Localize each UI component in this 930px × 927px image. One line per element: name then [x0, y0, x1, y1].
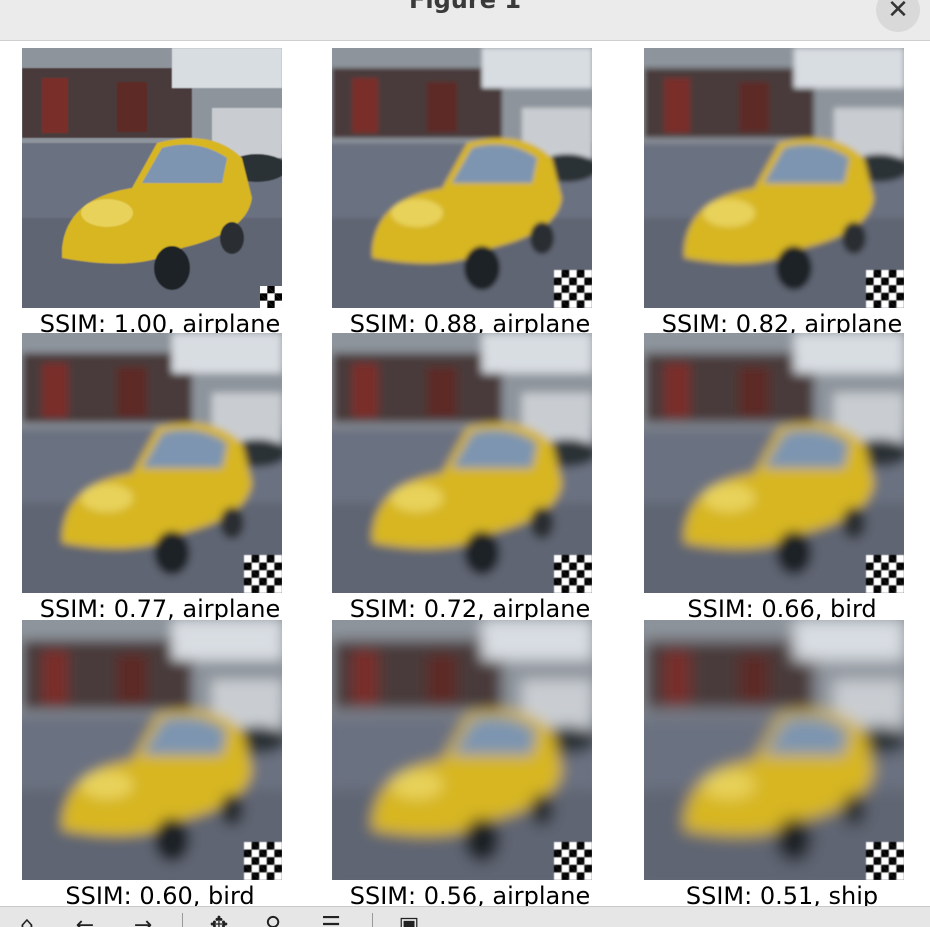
panel-caption: SSIM: 0.66, bird	[687, 595, 877, 623]
car-image	[644, 333, 904, 593]
car-image	[22, 48, 282, 308]
checkerboard-patch	[866, 555, 904, 593]
image-panel: SSIM: 0.66, bird	[632, 333, 930, 623]
zoom-icon[interactable]: ⚲	[260, 913, 286, 927]
configure-subplots-icon[interactable]: ☰	[318, 913, 344, 927]
save-icon[interactable]: ▣	[396, 913, 422, 927]
checkerboard-patch	[260, 286, 282, 308]
panel-caption: SSIM: 0.77, airplane	[39, 595, 281, 623]
checkerboard-patch	[866, 842, 904, 880]
home-icon[interactable]: ⌂	[14, 913, 40, 927]
checkerboard-patch	[244, 842, 282, 880]
window-title: Figure 1	[408, 0, 522, 14]
car-image	[22, 620, 282, 880]
checkerboard-patch	[866, 270, 904, 308]
checkerboard-patch	[244, 555, 282, 593]
checkerboard-patch	[554, 270, 592, 308]
image-panel: SSIM: 0.77, airplane	[10, 333, 310, 623]
forward-icon[interactable]: →	[130, 913, 156, 927]
image-panel: SSIM: 0.82, airplane	[632, 48, 930, 338]
figure-canvas: SSIM: 1.00, airplane SSIM: 0.88, airplane…	[0, 41, 930, 910]
image-panel: SSIM: 1.00, airplane	[10, 48, 310, 338]
panel-caption: SSIM: 0.72, airplane	[349, 595, 591, 623]
window-titlebar: Figure 1 ✕	[0, 0, 930, 41]
image-panel: SSIM: 0.51, ship	[632, 620, 930, 910]
image-panel: SSIM: 0.56, airplane	[320, 620, 620, 910]
car-image	[332, 333, 592, 593]
car-image	[644, 48, 904, 308]
car-image	[332, 48, 592, 308]
checkerboard-patch	[554, 555, 592, 593]
navigation-toolbar: ⌂ ← → ✥ ⚲ ☰ ▣	[0, 906, 930, 927]
pan-icon[interactable]: ✥	[206, 913, 232, 927]
image-panel: SSIM: 0.88, airplane	[320, 48, 620, 338]
back-icon[interactable]: ←	[72, 913, 98, 927]
checkerboard-patch	[554, 842, 592, 880]
image-panel: SSIM: 0.72, airplane	[320, 333, 620, 623]
car-image	[644, 620, 904, 880]
toolbar-separator	[182, 913, 183, 927]
close-icon[interactable]: ✕	[876, 0, 920, 32]
image-panel: SSIM: 0.60, bird	[10, 620, 310, 910]
car-image	[332, 620, 592, 880]
car-image	[22, 333, 282, 593]
toolbar-separator	[372, 913, 373, 927]
